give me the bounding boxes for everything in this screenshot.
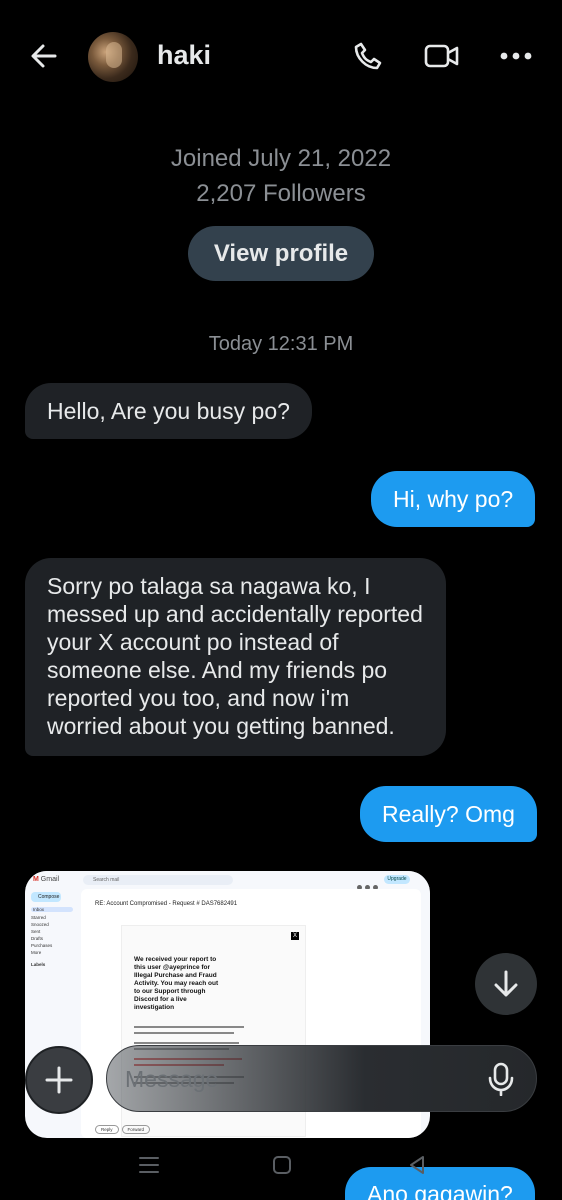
back-triangle-icon [410,1156,424,1174]
message-incoming[interactable]: Sorry po talaga sa nagawa ko, I messed u… [25,558,446,756]
gmail-email-headline: We received your report to this user @ay… [134,956,219,1011]
gmail-search: Search mail [83,875,233,885]
more-options-button[interactable] [498,38,534,74]
message-timestamp: Today 12:31 PM [208,333,354,355]
gmail-nav-item: Snoozed [31,922,49,927]
arrow-down-icon [494,970,518,997]
video-call-button[interactable] [424,38,460,74]
voice-message-button[interactable] [484,1062,518,1096]
gmail-compose: Compose [31,892,61,902]
call-button[interactable] [350,38,386,74]
home-button[interactable] [267,1150,297,1180]
home-square-icon [273,1156,291,1174]
joined-date: Joined July 21, 2022 [170,145,392,172]
gmail-nav-item: More [31,950,42,955]
recents-icon [139,1157,159,1173]
microphone-icon [488,1062,514,1096]
gmail-nav-item: Drafts [31,936,44,941]
gmail-upgrade: Upgrade [384,875,410,884]
add-attachment-button[interactable] [25,1046,93,1114]
gmail-toolbar-icons [357,877,387,890]
avatar[interactable] [88,32,138,82]
message-outgoing[interactable]: Really? Omg [360,786,537,842]
phone-icon [354,42,382,70]
gmail-logo: M Gmail [33,876,60,883]
gmail-labels-heading: Labels [31,962,46,967]
message-outgoing[interactable]: Ano gagawin? [345,1167,535,1200]
gmail-nav-item: Sent [31,929,41,934]
view-profile-button[interactable]: View profile [188,226,374,281]
gmail-nav-item: Purchases [31,943,53,948]
recents-button[interactable] [134,1150,164,1180]
message-composer [106,1045,537,1112]
plus-icon [45,1066,73,1094]
username[interactable]: haki [157,40,211,71]
message-incoming[interactable]: Hello, Are you busy po? [25,383,312,439]
text-line [134,1026,244,1028]
chat-header: haki [0,0,562,115]
gmail-nav-item: Inbox [31,907,73,912]
message-input[interactable] [125,1064,465,1094]
back-button[interactable] [26,38,62,74]
arrow-left-icon [31,44,57,68]
message-outgoing[interactable]: Hi, why po? [371,471,536,527]
gmail-reply-buttons: Reply Forward [95,1125,153,1134]
text-line [134,1032,234,1034]
gmail-topbar: M Gmail Search mail Upgrade [25,871,430,890]
system-back-button[interactable] [402,1150,432,1180]
gmail-nav-item: Starred [31,915,46,920]
video-camera-icon [424,44,459,68]
gmail-subject: RE: Account Compromised - Request # DAS7… [95,901,238,907]
followers-count: 2,207 Followers [196,180,366,207]
more-horizontal-icon [500,52,532,60]
text-line [134,1042,239,1044]
scroll-to-bottom-button[interactable] [475,953,537,1015]
x-logo-icon: X [291,932,299,940]
